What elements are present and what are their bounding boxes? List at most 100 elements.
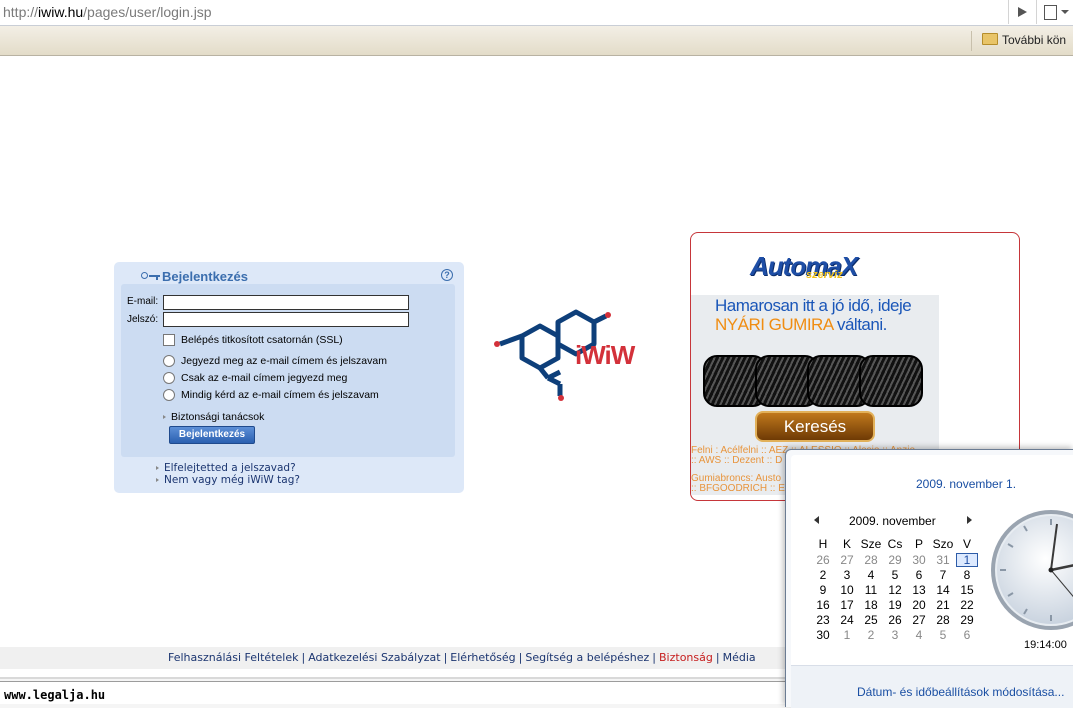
calendar-day[interactable]: 5 bbox=[883, 567, 907, 582]
calendar-date-link[interactable]: 2009. november 1. bbox=[916, 477, 1016, 491]
remember-all-radio[interactable] bbox=[163, 355, 175, 367]
calendar-day[interactable]: 12 bbox=[883, 582, 907, 597]
calendar-flyout: 2009. november 1. 2009. november H K Sze… bbox=[785, 449, 1073, 708]
calendar-day[interactable]: 30 bbox=[907, 552, 931, 567]
calendar-day[interactable]: 2 bbox=[811, 567, 835, 582]
calendar-day[interactable]: 7 bbox=[931, 567, 955, 582]
footer-separator: | bbox=[715, 651, 720, 664]
always-ask-radio[interactable] bbox=[163, 389, 175, 401]
calendar-day[interactable]: 10 bbox=[835, 582, 859, 597]
page-icon bbox=[1044, 5, 1057, 20]
address-bar[interactable]: http://iwiw.hu/pages/user/login.jsp bbox=[0, 0, 1073, 26]
ad-small-line[interactable]: :: AWS :: Dezent :: D bbox=[691, 455, 782, 466]
calendar-day[interactable]: 24 bbox=[835, 612, 859, 627]
calendar-day[interactable]: 4 bbox=[859, 567, 883, 582]
calendar-day[interactable]: 30 bbox=[811, 627, 835, 642]
calendar-day[interactable]: 29 bbox=[883, 552, 907, 567]
calendar-day-number: 27 bbox=[912, 612, 926, 627]
calendar-day[interactable]: 25 bbox=[859, 612, 883, 627]
calendar-day[interactable]: 3 bbox=[835, 567, 859, 582]
calendar-day[interactable]: 31 bbox=[931, 552, 955, 567]
calendar-day[interactable]: 1 bbox=[955, 552, 979, 567]
calendar-day[interactable]: 21 bbox=[931, 597, 955, 612]
calendar-day[interactable]: 27 bbox=[835, 552, 859, 567]
automax-logo: AutomaX szerviz bbox=[746, 249, 880, 283]
remember-email-label: Csak az e-mail címem jegyezd meg bbox=[181, 372, 348, 384]
remember-email-radio[interactable] bbox=[163, 372, 175, 384]
weekday-label: Cs bbox=[887, 537, 903, 551]
calendar-week-row: 2 3 4 5 6 7 8 bbox=[811, 567, 979, 582]
calendar-day[interactable]: 28 bbox=[931, 612, 955, 627]
next-month-icon[interactable] bbox=[967, 516, 972, 524]
calendar-day[interactable]: 16 bbox=[811, 597, 835, 612]
footer-link-terms[interactable]: Felhasználási Feltételek bbox=[168, 651, 298, 664]
calendar-body: 2009. november 1. 2009. november H K Sze… bbox=[791, 455, 1073, 708]
previous-month-icon[interactable] bbox=[814, 516, 819, 524]
calendar-day[interactable]: 19 bbox=[883, 597, 907, 612]
calendar-day[interactable]: 6 bbox=[907, 567, 931, 582]
calendar-day[interactable]: 11 bbox=[859, 582, 883, 597]
calendar-day[interactable]: 14 bbox=[931, 582, 955, 597]
calendar-day[interactable]: 13 bbox=[907, 582, 931, 597]
ad-search-button[interactable]: Keresés bbox=[755, 411, 875, 442]
calendar-month-label[interactable]: 2009. november bbox=[849, 514, 936, 528]
calendar-day[interactable]: 18 bbox=[859, 597, 883, 612]
calendar-day[interactable]: 28 bbox=[859, 552, 883, 567]
ad-highlight: NYÁRI GUMIRA bbox=[715, 315, 833, 334]
calendar-day-number: 10 bbox=[840, 582, 854, 597]
calendar-day-number: 15 bbox=[960, 582, 974, 597]
calendar-day-number: 19 bbox=[888, 597, 902, 612]
calendar-day[interactable]: 3 bbox=[883, 627, 907, 642]
footer-links: Felhasználási Feltételek | Adatkezelési Sz… bbox=[168, 651, 756, 664]
footer-link-privacy[interactable]: Adatkezelési Szabályzat bbox=[308, 651, 440, 664]
calendar-day[interactable]: 17 bbox=[835, 597, 859, 612]
calendar-day[interactable]: 15 bbox=[955, 582, 979, 597]
security-tips-link[interactable]: Biztonsági tanácsok bbox=[163, 411, 264, 423]
footer-link-login-help[interactable]: Segítség a belépéshez bbox=[525, 651, 649, 664]
forgot-password-link[interactable]: Elfelejtetted a jelszavad? bbox=[156, 462, 296, 474]
calendar-day[interactable]: 9 bbox=[811, 582, 835, 597]
other-bookmarks-button[interactable]: További kön bbox=[982, 33, 1066, 47]
date-time-settings-link[interactable]: Dátum- és időbeállítások módosítása... bbox=[857, 685, 1064, 699]
automax-sub: szerviz bbox=[806, 269, 843, 281]
analog-clock bbox=[991, 510, 1073, 630]
page-menu-button[interactable] bbox=[1036, 0, 1073, 24]
calendar-day[interactable]: 29 bbox=[955, 612, 979, 627]
calendar-day[interactable]: 1 bbox=[835, 627, 859, 642]
footer-separator: | bbox=[652, 651, 656, 664]
footer-link-media[interactable]: Média bbox=[723, 651, 756, 664]
footer-link-contact[interactable]: Elérhetőség bbox=[450, 651, 515, 664]
calendar-day[interactable]: 2 bbox=[859, 627, 883, 642]
url-path: /pages/user/login.jsp bbox=[83, 4, 212, 20]
remember-all-label: Jegyezd meg az e-mail címem és jelszavam bbox=[181, 355, 387, 367]
footer-separator: | bbox=[301, 651, 306, 664]
calendar-day[interactable]: 23 bbox=[811, 612, 835, 627]
calendar-day[interactable]: 4 bbox=[907, 627, 931, 642]
email-input[interactable] bbox=[163, 295, 409, 310]
register-link[interactable]: Nem vagy még iWiW tag? bbox=[156, 474, 300, 486]
calendar-day[interactable]: 6 bbox=[955, 627, 979, 642]
calendar-day-number: 7 bbox=[939, 567, 947, 582]
ad-small-line[interactable]: :: BFGOODRICH :: E bbox=[691, 483, 785, 494]
calendar-day[interactable]: 26 bbox=[811, 552, 835, 567]
calendar-day[interactable]: 27 bbox=[907, 612, 931, 627]
ssl-checkbox[interactable] bbox=[163, 334, 175, 346]
footer-link-security[interactable]: Biztonság bbox=[659, 651, 713, 664]
calendar-footer: Dátum- és időbeállítások módosítása... bbox=[791, 665, 1073, 708]
password-input[interactable] bbox=[163, 312, 409, 327]
calendar-day[interactable]: 20 bbox=[907, 597, 931, 612]
calendar-day[interactable]: 5 bbox=[931, 627, 955, 642]
calendar-day-number: 5 bbox=[891, 567, 899, 582]
calendar-day[interactable]: 26 bbox=[883, 612, 907, 627]
security-tips-text: Biztonsági tanácsok bbox=[171, 411, 265, 423]
calendar-day-number: 30 bbox=[816, 627, 830, 642]
calendar-day[interactable]: 8 bbox=[955, 567, 979, 582]
calendar-day[interactable]: 22 bbox=[955, 597, 979, 612]
calendar-day-number: 3 bbox=[843, 567, 851, 582]
url-text[interactable]: http://iwiw.hu/pages/user/login.jsp bbox=[3, 4, 212, 20]
go-button[interactable] bbox=[1008, 0, 1034, 24]
footer-separator: | bbox=[518, 651, 523, 664]
calendar-days: 26 27 28 29 30 31 1 2 3 4 5 6 7 8 9 10 11 12 13 14 15 16 17 18 1… bbox=[811, 552, 979, 642]
help-icon[interactable]: ? bbox=[441, 269, 453, 281]
login-button[interactable]: Bejelentkezés bbox=[169, 426, 255, 444]
